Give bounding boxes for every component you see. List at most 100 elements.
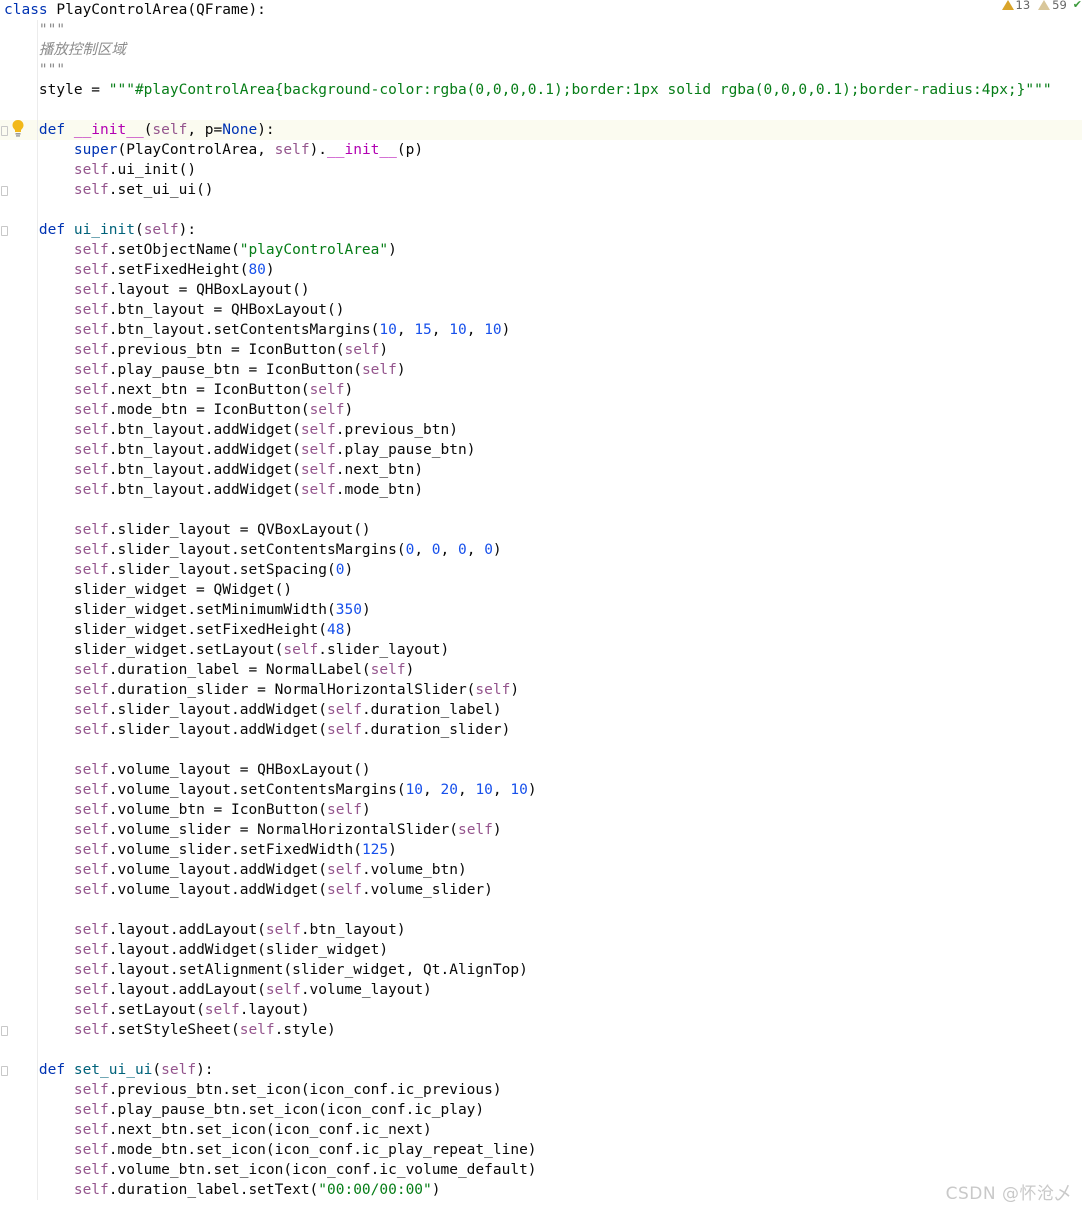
code-line[interactable]: slider_widget = QWidget() xyxy=(0,580,1082,600)
code-token: "00:00/00:00" xyxy=(318,1182,432,1198)
code-line[interactable]: slider_widget.setFixedHeight(48) xyxy=(0,620,1082,640)
code-line[interactable]: self.volume_slider = NormalHorizontalSli… xyxy=(0,820,1082,840)
code-line[interactable]: self.layout.addLayout(self.volume_layout… xyxy=(0,980,1082,1000)
code-token: .previous_btn = IconButton( xyxy=(108,342,345,358)
code-line[interactable]: self.btn_layout.setContentsMargins(10, 1… xyxy=(0,320,1082,340)
code-line[interactable]: self.btn_layout.addWidget(self.next_btn) xyxy=(0,460,1082,480)
code-text: class PlayControlArea(QFrame): xyxy=(4,0,266,20)
code-line[interactable]: self.slider_layout = QVBoxLayout() xyxy=(0,520,1082,540)
code-line[interactable]: self.slider_layout.setContentsMargins(0,… xyxy=(0,540,1082,560)
code-line[interactable]: self.btn_layout = QHBoxLayout() xyxy=(0,300,1082,320)
code-token: self xyxy=(73,822,109,838)
code-line[interactable]: self.layout.setAlignment(slider_widget, … xyxy=(0,960,1082,980)
code-line[interactable]: self.volume_btn = IconButton(self) xyxy=(0,800,1082,820)
code-token: ) xyxy=(492,542,502,558)
code-text: self.set_ui_ui() xyxy=(4,180,214,200)
code-line[interactable]: self.volume_layout = QHBoxLayout() xyxy=(0,760,1082,780)
code-line[interactable]: self.duration_label.setText("00:00/00:00… xyxy=(0,1180,1082,1200)
code-line[interactable]: super(PlayControlArea, self).__init__(p) xyxy=(0,140,1082,160)
code-line[interactable]: def ui_init(self): xyxy=(0,220,1082,240)
code-line[interactable]: """ xyxy=(0,60,1082,80)
code-token: self xyxy=(327,862,362,878)
code-text: self.mode_btn.set_icon(icon_conf.ic_play… xyxy=(4,1140,537,1160)
code-token: self xyxy=(344,342,380,358)
code-line[interactable]: self.slider_layout.addWidget(self.durati… xyxy=(0,720,1082,740)
code-line[interactable]: slider_widget.setMinimumWidth(350) xyxy=(0,600,1082,620)
code-line[interactable] xyxy=(0,1040,1082,1060)
code-line[interactable]: self.setLayout(self.layout) xyxy=(0,1000,1082,1020)
code-token: .btn_layout.addWidget( xyxy=(108,422,301,438)
code-line[interactable]: self.play_pause_btn.set_icon(icon_conf.i… xyxy=(0,1100,1082,1120)
code-line[interactable]: self.layout.addWidget(slider_widget) xyxy=(0,940,1082,960)
code-token: self xyxy=(73,702,109,718)
code-line[interactable] xyxy=(0,500,1082,520)
code-token: .volume_btn.set_icon(icon_conf.ic_volume… xyxy=(108,1162,537,1178)
code-token: .slider_layout.setSpacing( xyxy=(108,562,336,578)
code-text: self.btn_layout.addWidget(self.previous_… xyxy=(4,420,458,440)
code-line[interactable] xyxy=(0,900,1082,920)
code-line[interactable]: class PlayControlArea(QFrame): xyxy=(0,0,1082,20)
code-line[interactable]: self.next_btn = IconButton(self) xyxy=(0,380,1082,400)
code-line[interactable]: style = """#playControlArea{background-c… xyxy=(0,80,1082,100)
code-line[interactable]: self.btn_layout.addWidget(self.play_paus… xyxy=(0,440,1082,460)
code-line[interactable]: self.mode_btn.set_icon(icon_conf.ic_play… xyxy=(0,1140,1082,1160)
code-line[interactable] xyxy=(0,200,1082,220)
code-line[interactable]: self.previous_btn = IconButton(self) xyxy=(0,340,1082,360)
code-text: slider_widget = QWidget() xyxy=(4,580,292,600)
code-line[interactable]: self.slider_layout.addWidget(self.durati… xyxy=(0,700,1082,720)
code-token: (p) xyxy=(396,142,424,158)
code-token: .btn_layout.addWidget( xyxy=(108,462,301,478)
code-line[interactable]: self.btn_layout.addWidget(self.mode_btn) xyxy=(0,480,1082,500)
code-token: .duration_label) xyxy=(361,702,502,718)
code-token: self xyxy=(73,162,109,178)
watermark: CSDN @怀沧乄 xyxy=(945,1184,1072,1204)
code-line[interactable]: self.slider_layout.setSpacing(0) xyxy=(0,560,1082,580)
code-line[interactable]: self.setObjectName("playControlArea") xyxy=(0,240,1082,260)
code-line[interactable]: self.volume_layout.addWidget(self.volume… xyxy=(0,860,1082,880)
code-text: def set_ui_ui(self): xyxy=(4,1060,214,1080)
gutter xyxy=(0,200,8,220)
code-line[interactable]: self.layout.addLayout(self.btn_layout) xyxy=(0,920,1082,940)
code-line[interactable]: self.ui_init() xyxy=(0,160,1082,180)
code-token: ) xyxy=(265,262,275,278)
code-line[interactable]: """ xyxy=(0,20,1082,40)
inspection-widget[interactable]: 13 59 ✔ xyxy=(1001,0,1082,15)
code-line[interactable]: def set_ui_ui(self): xyxy=(0,1060,1082,1080)
code-line[interactable]: self.play_pause_btn = IconButton(self) xyxy=(0,360,1082,380)
code-token: ui_init xyxy=(73,222,135,238)
code-token: .next_btn.set_icon(icon_conf.ic_next) xyxy=(108,1122,432,1138)
code-line[interactable]: self.volume_layout.addWidget(self.volume… xyxy=(0,880,1082,900)
code-line[interactable]: self.volume_slider.setFixedWidth(125) xyxy=(0,840,1082,860)
code-line[interactable]: self.set_ui_ui() xyxy=(0,180,1082,200)
code-line[interactable]: slider_widget.setLayout(self.slider_layo… xyxy=(0,640,1082,660)
code-line[interactable] xyxy=(0,100,1082,120)
code-line[interactable]: self.volume_layout.setContentsMargins(10… xyxy=(0,780,1082,800)
code-line[interactable]: self.layout = QHBoxLayout() xyxy=(0,280,1082,300)
code-line[interactable]: def __init__(self, p=None): xyxy=(0,120,1082,140)
code-line[interactable]: self.setStyleSheet(self.style) xyxy=(0,1020,1082,1040)
code-token: ): xyxy=(196,1062,214,1078)
code-line[interactable]: self.duration_label = NormalLabel(self) xyxy=(0,660,1082,680)
code-text: self.volume_layout.setContentsMargins(10… xyxy=(4,780,537,800)
code-line[interactable]: self.mode_btn = IconButton(self) xyxy=(0,400,1082,420)
code-line[interactable]: self.previous_btn.set_icon(icon_conf.ic_… xyxy=(0,1080,1082,1100)
code-token: self xyxy=(73,1102,109,1118)
code-line[interactable]: 播放控制区域 xyxy=(0,40,1082,60)
code-line[interactable]: self.next_btn.set_icon(icon_conf.ic_next… xyxy=(0,1120,1082,1140)
code-token: .volume_btn = IconButton( xyxy=(108,802,328,818)
code-line[interactable]: self.duration_slider = NormalHorizontalS… xyxy=(0,680,1082,700)
code-token: , p= xyxy=(187,122,223,138)
code-line[interactable]: self.volume_btn.set_icon(icon_conf.ic_vo… xyxy=(0,1160,1082,1180)
code-line[interactable]: self.setFixedHeight(80) xyxy=(0,260,1082,280)
code-token: .setLayout( xyxy=(108,1002,205,1018)
code-line[interactable] xyxy=(0,740,1082,760)
code-token: .volume_layout.addWidget( xyxy=(108,862,328,878)
lightbulb-icon[interactable] xyxy=(11,119,25,137)
code-line[interactable]: self.btn_layout.addWidget(self.previous_… xyxy=(0,420,1082,440)
code-text: slider_widget.setMinimumWidth(350) xyxy=(4,600,371,620)
code-token: ( xyxy=(134,222,144,238)
